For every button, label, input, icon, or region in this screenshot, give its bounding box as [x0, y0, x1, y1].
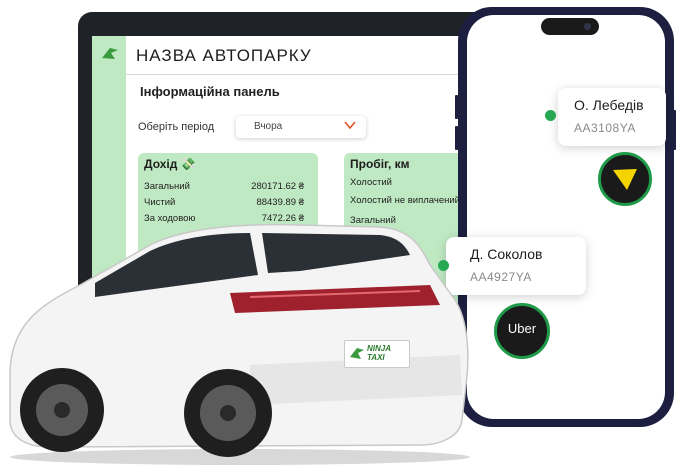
uber-logo: Uber [494, 303, 550, 359]
income-row-label: Загальний [144, 181, 190, 192]
period-value: Вчора [254, 121, 283, 132]
income-card-title: Дохід 💸 [144, 157, 196, 171]
driver-name: О. Лебедів [574, 97, 644, 113]
mileage-row-label: Холостий [350, 177, 392, 188]
car-image [9, 223, 470, 465]
ninja-logo-icon [102, 48, 118, 59]
mileage-card-title: Пробіг, км [350, 157, 410, 171]
car-license-plate: NINJA TAXI [344, 340, 410, 368]
title-divider [126, 74, 487, 75]
driver-plate: AA4927YA [470, 270, 532, 284]
camera-icon [584, 23, 591, 30]
panel-heading: Інформаційна панель [140, 84, 280, 99]
driver-plate: AA3108YA [574, 121, 636, 135]
driver-card[interactable]: О. Лебедів AA3108YA [558, 88, 666, 146]
phone-screen [467, 15, 665, 419]
chevron-down-icon [344, 121, 356, 130]
driver-name: Д. Соколов [470, 246, 543, 262]
phone-notch [541, 18, 599, 35]
ninja-logo-icon [350, 348, 364, 359]
period-select[interactable]: Вчора [236, 116, 366, 138]
online-status-dot [545, 110, 556, 121]
uber-label: Uber [507, 321, 537, 336]
income-row-value: 280171.62 ₴ [251, 181, 304, 192]
plate-brand: NINJA TAXI [367, 344, 391, 362]
period-label: Оберіть період [138, 121, 215, 133]
page-title: НАЗВА АВТОПАРКУ [136, 46, 312, 65]
bolt-icon [598, 152, 652, 206]
